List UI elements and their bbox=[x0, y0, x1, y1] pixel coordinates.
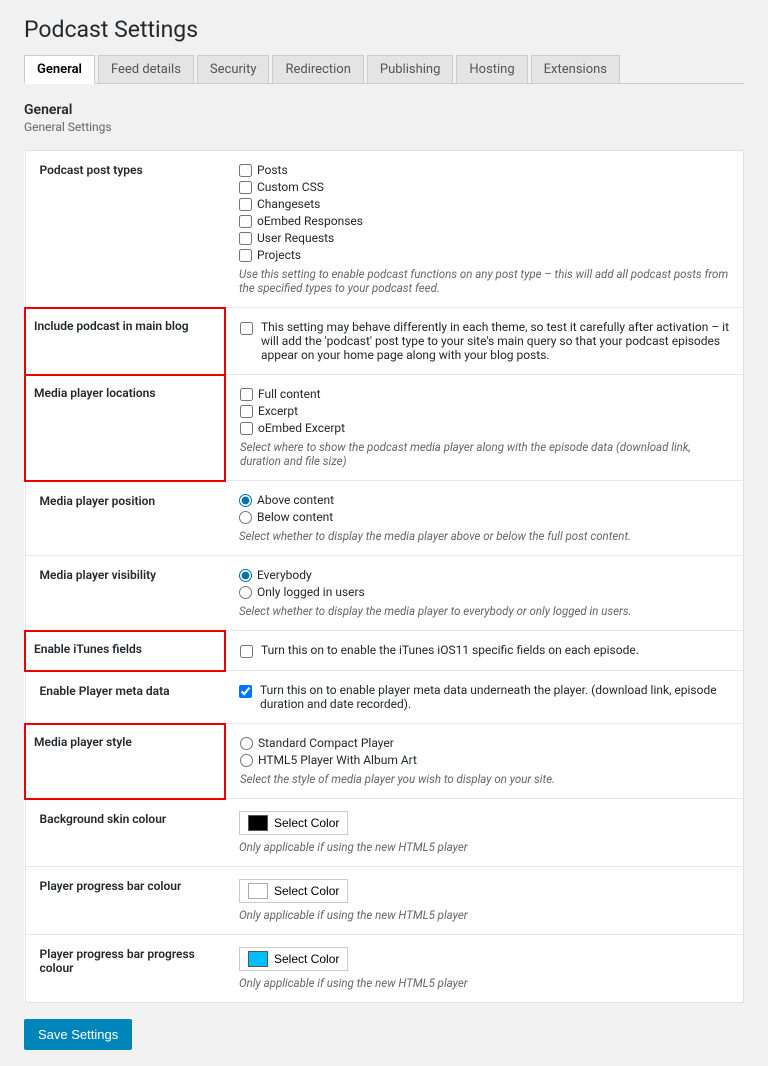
tab-redirection[interactable]: Redirection bbox=[272, 55, 363, 83]
enable-player-meta-label: Enable Player meta data bbox=[25, 671, 225, 724]
podcast-post-types-help: Use this setting to enable podcast funct… bbox=[239, 267, 729, 295]
progress-bar-progress-colour-button[interactable]: Select Color bbox=[239, 947, 348, 971]
progress-bar-colour-label: Player progress bar colour bbox=[25, 867, 225, 935]
checkbox-custom-css[interactable] bbox=[239, 181, 252, 194]
table-row: Player progress bar progress colour Sele… bbox=[25, 935, 744, 1003]
progress-bar-progress-colour-help: Only applicable if using the new HTML5 p… bbox=[239, 976, 729, 990]
checkbox-full-content[interactable] bbox=[240, 388, 253, 401]
enable-itunes-description: Turn this on to enable the iTunes iOS11 … bbox=[261, 643, 639, 657]
table-row: Background skin colour Select Color Only… bbox=[25, 799, 744, 867]
table-row: Podcast post types Posts Custom CSS Chan… bbox=[25, 151, 744, 308]
checkbox-changesets[interactable] bbox=[239, 198, 252, 211]
page-title: Podcast Settings bbox=[24, 16, 744, 43]
checkbox-enable-itunes[interactable] bbox=[240, 645, 253, 658]
table-row: Player progress bar colour Select Color … bbox=[25, 867, 744, 935]
checkbox-include-podcast[interactable] bbox=[240, 322, 253, 335]
progress-bar-colour-help: Only applicable if using the new HTML5 p… bbox=[239, 908, 729, 922]
media-player-position-help: Select whether to display the media play… bbox=[239, 529, 729, 543]
media-player-position-value: Above content Below content Select wheth… bbox=[225, 481, 744, 556]
radio-below-content[interactable] bbox=[239, 511, 252, 524]
progress-bar-colour-btn-label: Select Color bbox=[274, 884, 339, 898]
table-row: Enable Player meta data Turn this on to … bbox=[25, 671, 744, 724]
checkbox-excerpt[interactable] bbox=[240, 405, 253, 418]
media-player-visibility-value: Everybody Only logged in users Select wh… bbox=[225, 556, 744, 631]
enable-player-meta-description: Turn this on to enable player meta data … bbox=[260, 683, 729, 711]
bg-skin-colour-value: Select Color Only applicable if using th… bbox=[225, 799, 744, 867]
progress-bar-colour-swatch bbox=[248, 883, 268, 899]
checkbox-oembed-excerpt[interactable] bbox=[240, 422, 253, 435]
media-player-style-label: Media player style bbox=[25, 724, 225, 799]
progress-bar-progress-colour-value: Select Color Only applicable if using th… bbox=[225, 935, 744, 1003]
table-row: Enable iTunes fields Turn this on to ena… bbox=[25, 631, 744, 671]
save-settings-button[interactable]: Save Settings bbox=[24, 1019, 132, 1050]
bg-skin-colour-button[interactable]: Select Color bbox=[239, 811, 348, 835]
table-row: Include podcast in main blog This settin… bbox=[25, 308, 744, 375]
table-row: Media player locations Full content Exce… bbox=[25, 375, 744, 481]
table-row: Media player position Above content Belo… bbox=[25, 481, 744, 556]
media-player-style-value: Standard Compact Player HTML5 Player Wit… bbox=[225, 724, 744, 799]
radio-above-content[interactable] bbox=[239, 494, 252, 507]
media-player-visibility-label: Media player visibility bbox=[25, 556, 225, 631]
tab-security[interactable]: Security bbox=[197, 55, 270, 83]
section-subtitle: General Settings bbox=[24, 120, 744, 134]
radio-logged-in[interactable] bbox=[239, 586, 252, 599]
section-title: General bbox=[24, 102, 744, 118]
include-podcast-value: This setting may behave differently in e… bbox=[225, 308, 744, 375]
checkbox-posts[interactable] bbox=[239, 164, 252, 177]
media-player-style-help: Select the style of media player you wis… bbox=[240, 772, 729, 786]
settings-table: Podcast post types Posts Custom CSS Chan… bbox=[24, 150, 744, 1003]
enable-itunes-value: Turn this on to enable the iTunes iOS11 … bbox=[225, 631, 744, 671]
include-podcast-label: Include podcast in main blog bbox=[25, 308, 225, 375]
media-player-position-label: Media player position bbox=[25, 481, 225, 556]
podcast-post-types-value: Posts Custom CSS Changesets oEmbed Respo… bbox=[225, 151, 744, 308]
tab-general[interactable]: General bbox=[24, 55, 95, 84]
tab-hosting[interactable]: Hosting bbox=[456, 55, 527, 83]
enable-player-meta-value: Turn this on to enable player meta data … bbox=[225, 671, 744, 724]
bg-skin-colour-label: Background skin colour bbox=[25, 799, 225, 867]
bg-skin-colour-help: Only applicable if using the new HTML5 p… bbox=[239, 840, 729, 854]
radio-standard-compact[interactable] bbox=[240, 737, 253, 750]
tab-publishing[interactable]: Publishing bbox=[367, 55, 454, 83]
progress-bar-progress-colour-label: Player progress bar progress colour bbox=[25, 935, 225, 1003]
include-podcast-description: This setting may behave differently in e… bbox=[261, 320, 729, 362]
media-player-locations-value: Full content Excerpt oEmbed Excerpt Sele… bbox=[225, 375, 744, 481]
progress-bar-progress-colour-swatch bbox=[248, 951, 268, 967]
checkbox-oembed-responses[interactable] bbox=[239, 215, 252, 228]
media-player-locations-label: Media player locations bbox=[25, 375, 225, 481]
tab-feed-details[interactable]: Feed details bbox=[98, 55, 194, 83]
bg-skin-colour-btn-label: Select Color bbox=[274, 816, 339, 830]
progress-bar-progress-colour-btn-label: Select Color bbox=[274, 952, 339, 966]
podcast-post-types-label: Podcast post types bbox=[25, 151, 225, 308]
table-row: Media player style Standard Compact Play… bbox=[25, 724, 744, 799]
tab-bar: General Feed details Security Redirectio… bbox=[24, 55, 744, 84]
checkbox-user-requests[interactable] bbox=[239, 232, 252, 245]
checkbox-enable-player-meta[interactable] bbox=[239, 685, 252, 698]
tab-extensions[interactable]: Extensions bbox=[531, 55, 620, 83]
radio-everybody[interactable] bbox=[239, 569, 252, 582]
progress-bar-colour-button[interactable]: Select Color bbox=[239, 879, 348, 903]
media-player-locations-help: Select where to show the podcast media p… bbox=[240, 440, 729, 468]
checkbox-projects[interactable] bbox=[239, 249, 252, 262]
table-row: Media player visibility Everybody Only l… bbox=[25, 556, 744, 631]
radio-html5-album-art[interactable] bbox=[240, 754, 253, 767]
bg-skin-colour-swatch bbox=[248, 815, 268, 831]
progress-bar-colour-value: Select Color Only applicable if using th… bbox=[225, 867, 744, 935]
media-player-visibility-help: Select whether to display the media play… bbox=[239, 604, 729, 618]
enable-itunes-label: Enable iTunes fields bbox=[25, 631, 225, 671]
